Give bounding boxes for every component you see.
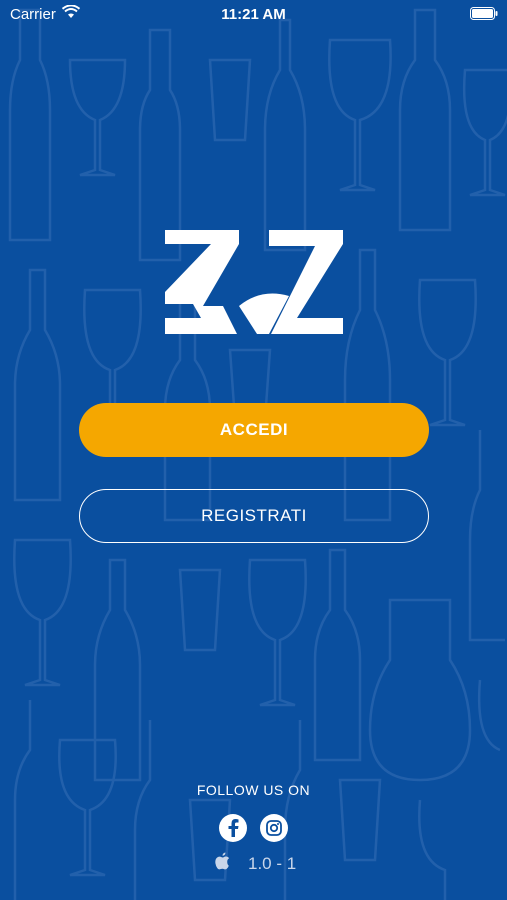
status-bar: Carrier 11:21 AM xyxy=(0,0,507,30)
login-button[interactable]: ACCEDI xyxy=(79,403,429,457)
facebook-icon xyxy=(228,819,239,837)
battery-icon xyxy=(470,7,498,20)
follow-us-label: FOLLOW US ON xyxy=(196,782,311,798)
facebook-link[interactable] xyxy=(219,814,247,842)
sommelier-logo-icon xyxy=(165,230,343,334)
login-button-label: ACCEDI xyxy=(219,420,289,439)
register-button-label: REGISTRATI xyxy=(201,506,307,525)
status-time: 11:21 AM xyxy=(221,6,286,23)
register-button[interactable]: REGISTRATI xyxy=(79,489,429,543)
apple-icon xyxy=(215,852,230,870)
instagram-link[interactable] xyxy=(260,814,288,842)
app-version: 1.0 - 1 xyxy=(248,854,297,873)
instagram-icon xyxy=(266,820,282,836)
